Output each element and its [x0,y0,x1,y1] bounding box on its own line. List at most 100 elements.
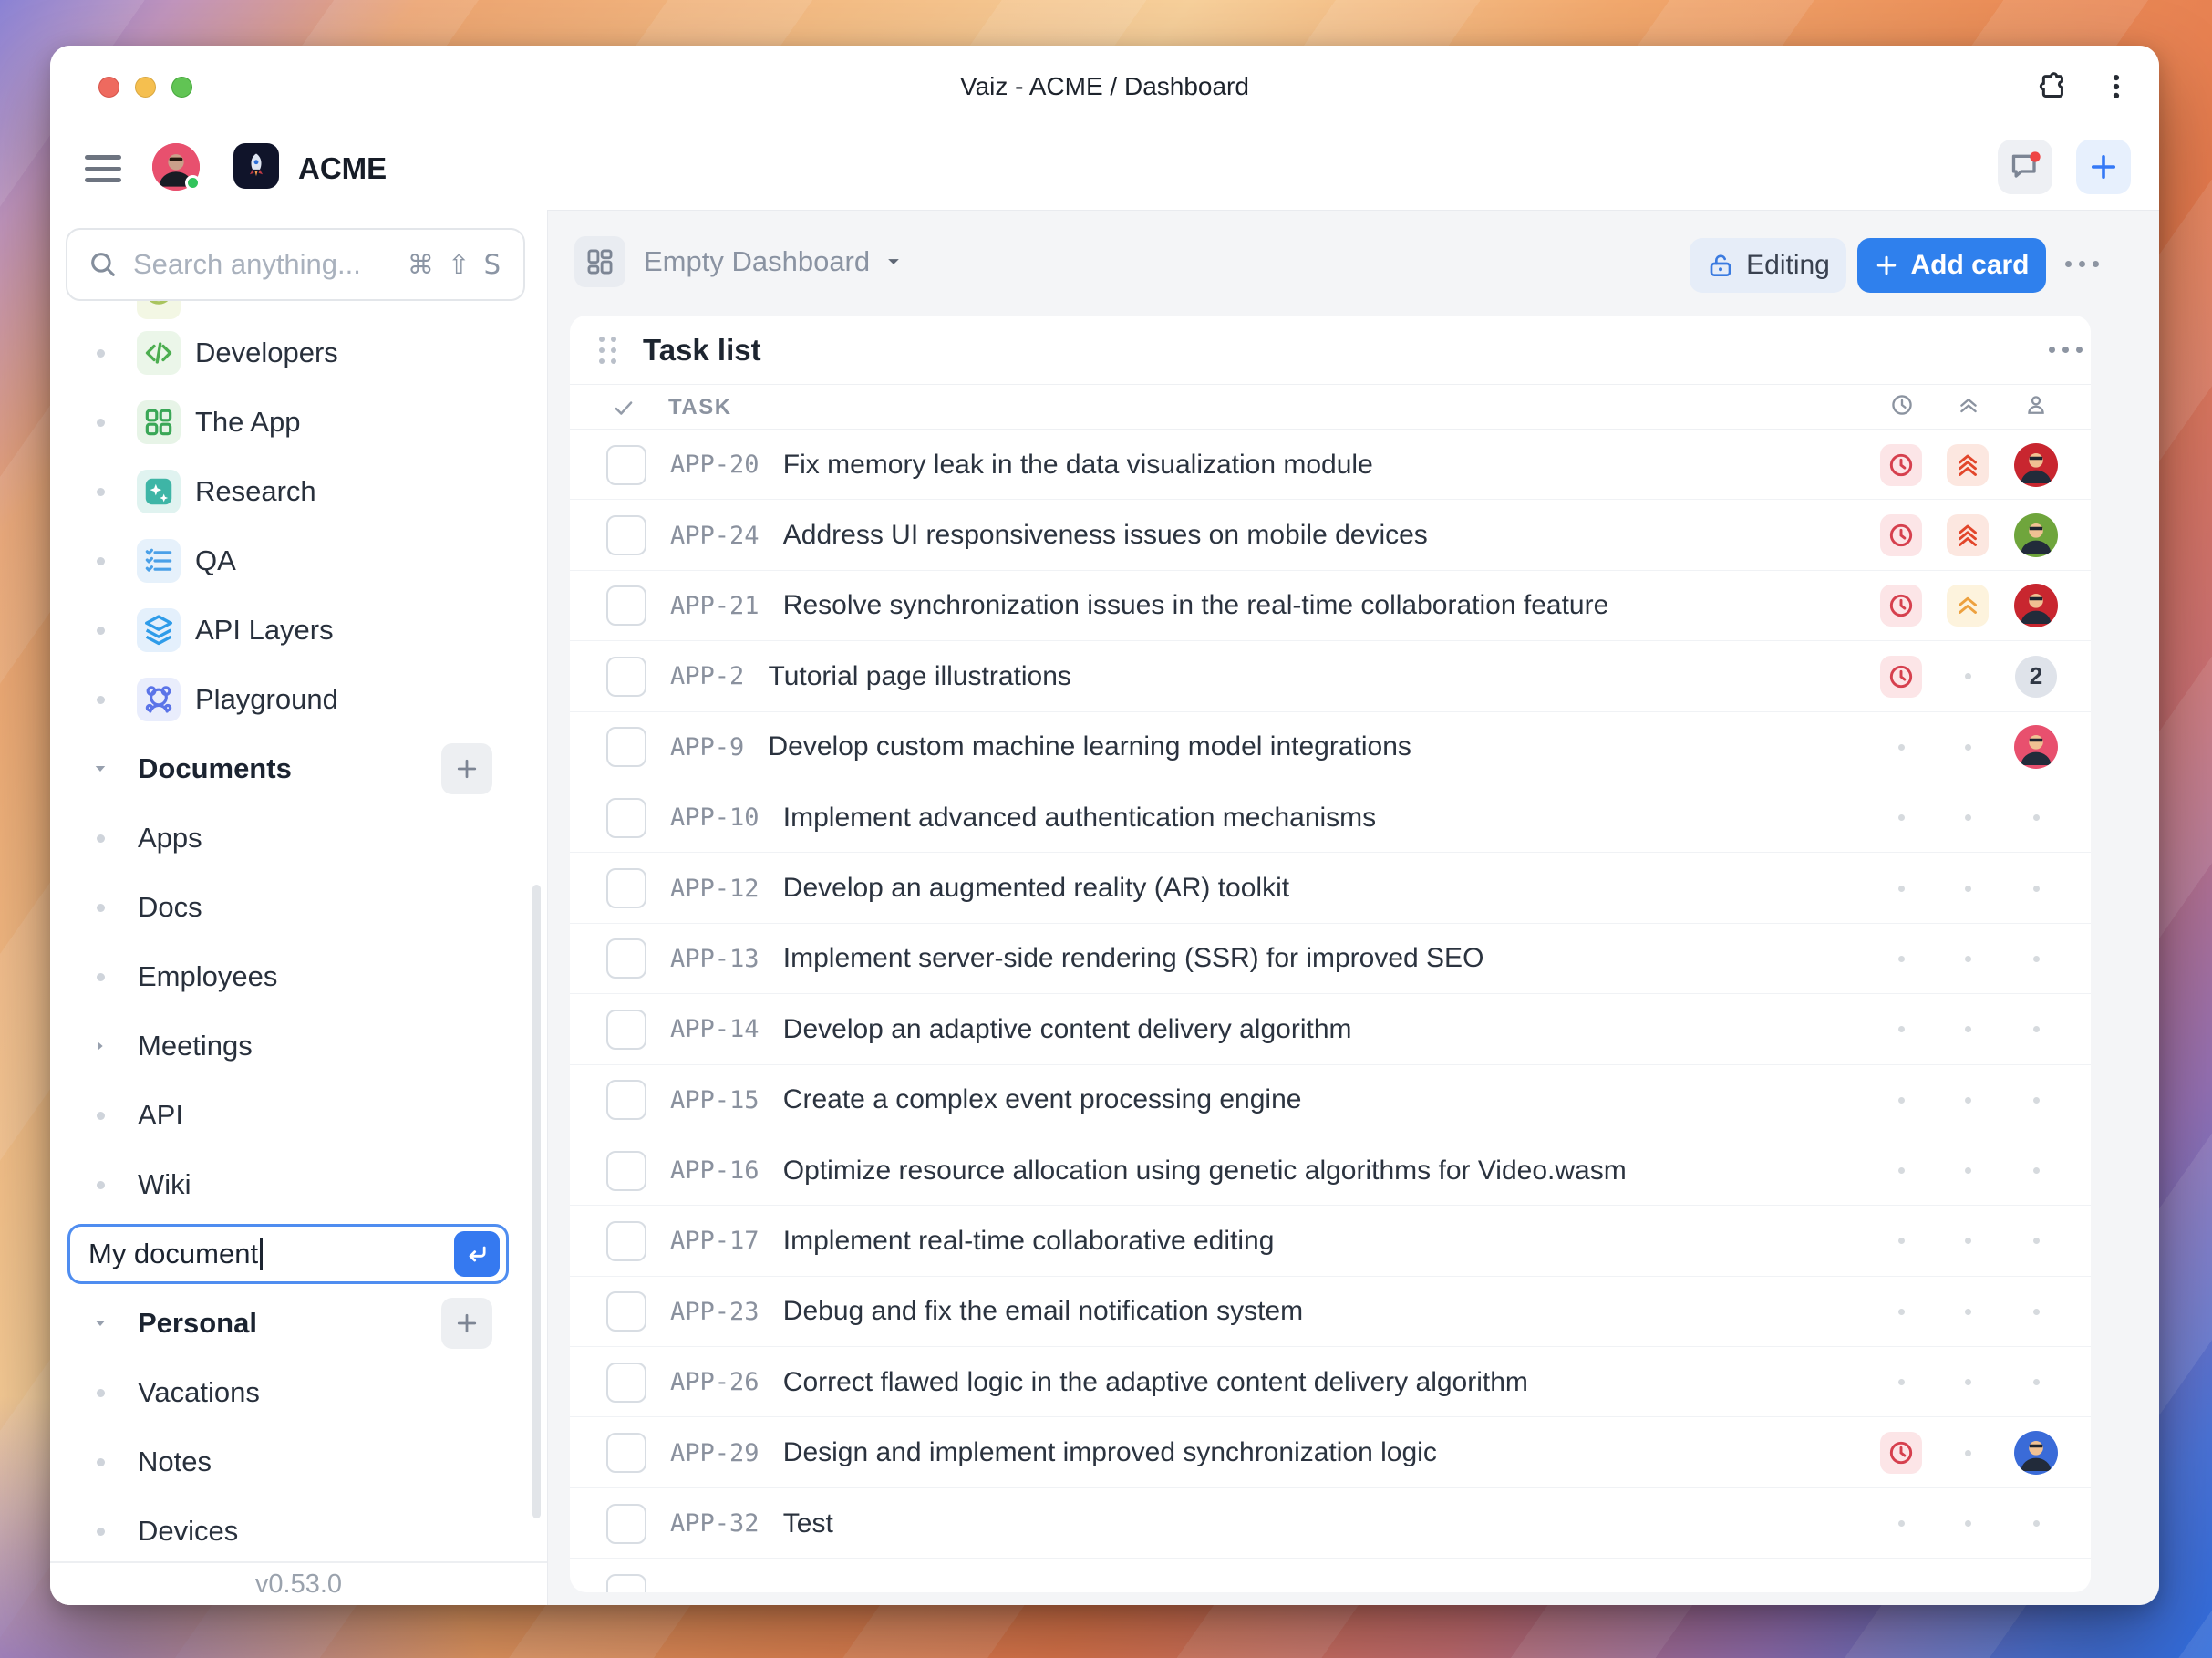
create-new-button[interactable] [2076,140,2131,194]
browser-menu-icon[interactable] [2101,71,2132,102]
task-checkbox[interactable] [606,656,646,697]
task-checkbox[interactable] [606,1009,646,1050]
sidebar-item-qa[interactable]: QA [50,526,547,596]
task-checkbox[interactable] [606,727,646,768]
dashboard-title[interactable]: Empty Dashboard [644,236,903,287]
assignee-count-badge[interactable]: 2 [2015,655,2057,698]
assignee-avatar[interactable] [2014,1431,2058,1476]
task-column-header[interactable]: TASK [668,385,732,430]
sidebar: Developers The App Research QA API Layers Pla… [50,210,547,1605]
priority-column-icon[interactable] [1956,392,1981,418]
sidebar-item-wiki[interactable]: Wiki [50,1150,547,1219]
due-date-overdue-badge[interactable] [1880,514,1922,557]
sidebar-item-developers[interactable]: Developers [50,318,547,388]
task-checkbox[interactable] [606,1291,646,1332]
check-column-icon[interactable] [612,396,636,420]
task-checkbox[interactable] [606,1573,646,1592]
sidebar-item-api[interactable]: API [50,1081,547,1150]
add-document-button[interactable] [441,743,492,794]
task-row[interactable]: APP-23 Debug and fix the email notificati… [570,1277,2091,1348]
sidebar-item-research[interactable]: Research [50,457,547,526]
due-date-overdue-badge[interactable] [1880,443,1922,486]
sidebar-item-label: Wiki [138,1168,191,1200]
task-row[interactable]: APP-9 Develop custom machine learning mod… [570,712,2091,782]
add-card-button[interactable]: Add card [1857,238,2046,293]
task-row[interactable]: APP-10 Implement advanced authentication … [570,782,2091,854]
task-row[interactable]: APP-17 Implement real-time collaborative … [570,1206,2091,1277]
dashboard-more-button[interactable] [2065,261,2099,267]
task-row[interactable]: APP-29 Design and implement improved sync… [570,1417,2091,1488]
sidebar-item-docs[interactable]: Docs [50,873,547,942]
sidebar-item-api-layers[interactable]: API Layers [50,596,547,665]
task-checkbox[interactable] [606,444,646,485]
assignee-avatar[interactable] [2014,725,2058,770]
drag-handle-icon[interactable] [595,334,619,367]
sidebar-item-devices[interactable]: Devices [50,1497,547,1566]
task-checkbox[interactable] [606,585,646,627]
search-input[interactable]: Search anything... ⌘ ⇧ S [66,228,525,301]
sidebar-section-personal[interactable]: Personal [50,1289,547,1358]
task-row[interactable]: APP-15 Create a complex event processing … [570,1065,2091,1135]
due-date-overdue-badge[interactable] [1880,585,1922,627]
notifications-chat-button[interactable] [1998,140,2052,194]
app-header: ACME [50,128,2159,210]
sidebar-item-apps[interactable]: Apps [50,803,547,873]
task-row[interactable]: APP-16 Optimize resource allocation using… [570,1135,2091,1207]
assignee-avatar[interactable] [2014,513,2058,558]
hamburger-menu-icon[interactable] [85,144,121,193]
workspace-logo[interactable] [233,143,279,189]
sidebar-item-label: Playground [195,683,338,715]
sidebar-item-notes[interactable]: Notes [50,1427,547,1497]
task-checkbox[interactable] [606,1433,646,1474]
desktop-wallpaper: Vaiz - ACME / Dashboard ACME Developers … [0,0,2212,1658]
task-checkbox[interactable] [606,1080,646,1121]
task-row[interactable]: APP-32 Test [570,1488,2091,1560]
task-row[interactable]: APP-12 Develop an augmented reality (AR) … [570,853,2091,924]
task-checkbox[interactable] [606,515,646,556]
task-row[interactable]: APP-13 Implement server-side rendering (S… [570,924,2091,995]
dashboard-icon[interactable] [574,236,625,287]
priority-urgent-badge[interactable] [1947,443,1989,486]
due-date-column-icon[interactable] [1889,392,1915,418]
sidebar-section-label: Personal [138,1307,257,1339]
assignee-avatar[interactable] [2014,584,2058,628]
sidebar-item-label: Vacations [138,1376,260,1408]
extensions-icon[interactable] [2035,69,2070,104]
task-checkbox[interactable] [606,1220,646,1261]
assignee-column-icon[interactable] [2023,392,2049,418]
sidebar-item-meetings[interactable]: Meetings [50,1011,547,1081]
sidebar-item-vacations[interactable]: Vacations [50,1358,547,1427]
workspace-name[interactable]: ACME [298,128,387,210]
priority-urgent-badge[interactable] [1947,514,1989,557]
bullet-dot [96,626,105,635]
task-checkbox[interactable] [606,1362,646,1403]
sidebar-item-employees[interactable]: Employees [50,942,547,1011]
task-checkbox[interactable] [606,868,646,909]
priority-high-badge[interactable] [1947,585,1989,627]
card-header: Task list [570,316,2091,384]
task-checkbox[interactable] [606,1150,646,1191]
sidebar-item-playground[interactable]: Playground [50,665,547,734]
due-date-overdue-badge[interactable] [1880,1432,1922,1475]
task-row[interactable]: APP-26 Correct flawed logic in the adapti… [570,1347,2091,1418]
empty-value-dot [1964,814,1971,822]
sidebar-item-the-app[interactable]: The App [50,388,547,457]
task-row[interactable] [570,1559,2091,1592]
task-row[interactable]: APP-2 Tutorial page illustrations 2 [570,641,2091,712]
new-document-input[interactable]: My document [67,1224,509,1284]
card-more-button[interactable] [2049,347,2083,353]
task-row[interactable]: APP-21 Resolve synchronization issues in … [570,571,2091,642]
confirm-create-button[interactable] [454,1231,500,1277]
editing-mode-button[interactable]: Editing [1690,238,1846,293]
task-checkbox[interactable] [606,938,646,979]
due-date-overdue-badge[interactable] [1880,655,1922,698]
task-row[interactable]: APP-24 Address UI responsiveness issues o… [570,500,2091,571]
sidebar-section-documents[interactable]: Documents [50,734,547,803]
task-checkbox[interactable] [606,1503,646,1544]
task-row[interactable]: APP-20 Fix memory leak in the data visual… [570,430,2091,501]
task-checkbox[interactable] [606,797,646,838]
add-document-button[interactable] [441,1298,492,1349]
task-row[interactable]: APP-14 Develop an adaptive content delive… [570,994,2091,1065]
sidebar-scrollbar[interactable] [532,885,541,1518]
assignee-avatar[interactable] [2014,442,2058,487]
